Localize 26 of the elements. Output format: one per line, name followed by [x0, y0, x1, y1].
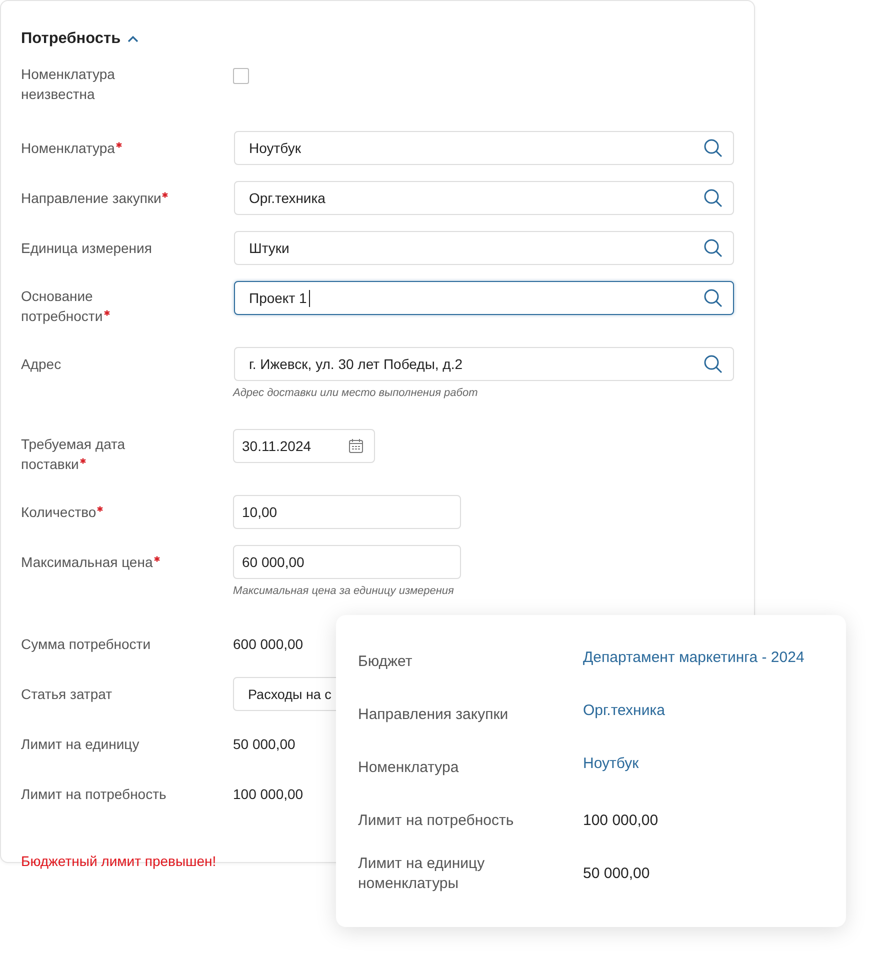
field-label: Лимит на потребность	[21, 785, 168, 804]
popup-label: Бюджет	[358, 652, 414, 672]
field-label: Сумма потребности	[21, 635, 152, 654]
field-value: 100 000,00	[233, 785, 304, 804]
popup-label: Лимит на потребность	[358, 810, 515, 830]
field-label: Единица измерения	[21, 239, 153, 258]
field-value: 50 000,00	[233, 735, 296, 754]
field-label: Лимит на единицу	[21, 735, 140, 754]
field-label: Направление закупки	[21, 188, 170, 208]
section-title: Потребность	[21, 30, 121, 48]
field-label: Статья затрат	[21, 685, 114, 704]
field-value: 600 000,00	[233, 635, 304, 654]
field-label: Количество	[21, 502, 170, 522]
field-label: Основание потребности	[21, 286, 170, 326]
error-message: Бюджетный лимит превышен!	[21, 853, 216, 869]
field-label: Адрес	[21, 355, 62, 374]
field-label: Номенклатура	[21, 138, 170, 158]
popup-value: 100 000,00	[583, 812, 658, 829]
field-hint: Максимальная цена за единицу измерения	[233, 585, 455, 597]
popup-value: 50 000,00	[583, 865, 650, 882]
popup-label: Номенклатура	[358, 758, 460, 778]
popup-label: Лимит на единицу номенклатуры	[358, 854, 486, 894]
field-hint: Адрес доставки или место выполнения работ	[233, 387, 479, 399]
field-label: Номенклатура неизвестна	[21, 65, 116, 104]
field-label: Требуемая дата поставки	[21, 435, 126, 474]
field-label: Максимальная цена	[21, 552, 170, 572]
